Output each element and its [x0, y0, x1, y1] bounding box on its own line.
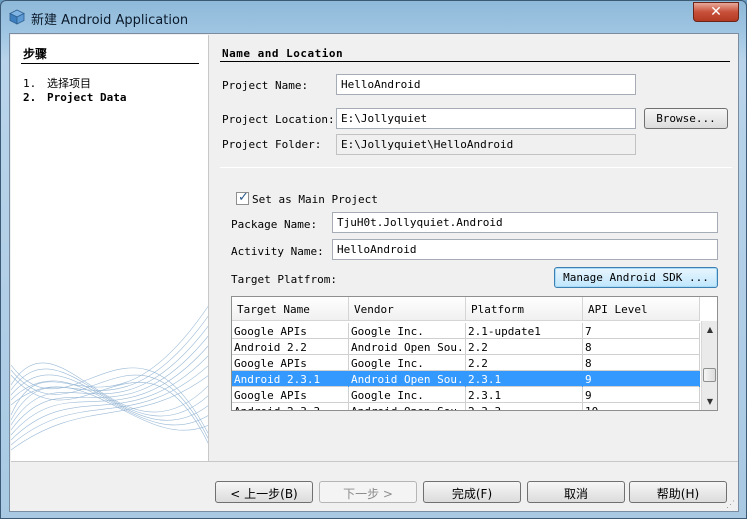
netbeans-cube-icon [9, 9, 25, 25]
cell-target-name: Google APIs [232, 323, 349, 339]
cell-vendor: Android Open Sou... [349, 403, 466, 410]
step-item-select-project: 1. 选择项目 [23, 75, 91, 91]
column-header-target-name[interactable]: Target Name [232, 297, 349, 321]
table-row[interactable]: Google APIs Google Inc. 2.2 8 [232, 355, 700, 371]
browse-button[interactable]: Browse... [644, 108, 728, 129]
cell-platform: 2.1-update1 [466, 323, 583, 339]
cell-vendor: Android Open Sou... [351, 339, 466, 355]
step-number: 1. [23, 77, 37, 90]
table-row[interactable]: Android 2.3.3 Android Open Sou... 2.3.3 … [232, 403, 700, 410]
decorative-waves-graphic [11, 305, 208, 451]
step-item-project-data: 2. Project Data [23, 91, 126, 104]
finish-button[interactable]: 完成(F) [423, 481, 521, 503]
section-divider [220, 61, 730, 62]
step-label: Project Data [47, 91, 127, 104]
section-separator [220, 167, 732, 168]
cell-api-level: 9 [583, 371, 700, 387]
main-project-label[interactable]: Set as Main Project [252, 193, 378, 206]
scrollbar-thumb[interactable] [703, 368, 716, 382]
column-header-vendor[interactable]: Vendor [349, 297, 466, 321]
cell-api-level: 8 [583, 339, 700, 355]
title-bar[interactable]: 新建 Android Application ✕ [1, 1, 746, 33]
main-project-checkbox[interactable]: ✓ [236, 190, 249, 205]
step-label: 选择项目 [47, 77, 91, 90]
dialog-client-area: 步骤 1. 选择项目 2. Project Data Name and Loca… [9, 33, 739, 512]
section-title: Name and Location [222, 47, 344, 60]
project-location-input[interactable]: E:\Jollyquiet [336, 108, 636, 129]
steps-title: 步骤 [23, 47, 48, 61]
dialog-window: 新建 Android Application ✕ 步骤 1. 选择项目 2. Pro… [0, 0, 747, 519]
scroll-down-arrow-icon[interactable]: ▼ [702, 393, 717, 409]
window-title: 新建 Android Application [31, 13, 189, 28]
cell-vendor: Google Inc. [349, 355, 466, 371]
activity-name-input[interactable]: HelloAndroid [332, 239, 718, 260]
cell-platform: 2.2 [466, 339, 583, 355]
project-folder-label: Project Folder: [222, 138, 322, 151]
cell-api-level: 8 [583, 355, 700, 371]
table-row-selected[interactable]: Android 2.3.1 Android Open Sou... 2.3.1 … [232, 371, 700, 387]
project-name-label: Project Name: [222, 79, 309, 92]
next-button[interactable]: 下一步 > [319, 481, 417, 503]
cell-platform: 2.2 [466, 355, 583, 371]
resize-grip-icon[interactable]: ⋰ [726, 500, 738, 512]
project-location-label: Project Location: [222, 113, 335, 126]
table-row[interactable]: Google APIs Google Inc. 2.1-update1 7 [232, 323, 700, 339]
cell-platform: 2.3.3 [466, 403, 583, 410]
close-icon: ✕ [710, 4, 722, 20]
cell-platform: 2.3.1 [466, 387, 583, 403]
column-header-platform[interactable]: Platform [466, 297, 583, 321]
project-folder-field: E:\Jollyquiet\HelloAndroid [336, 134, 636, 155]
table-row[interactable]: Android 2.2 Android Open Sou... 2.2 8 [232, 339, 700, 355]
scroll-up-arrow-icon[interactable]: ▲ [702, 321, 717, 337]
table-row[interactable]: Google APIs Google Inc. 2.3.1 9 [232, 387, 700, 403]
steps-panel: 步骤 1. 选择项目 2. Project Data [11, 35, 209, 461]
footer-divider [11, 461, 738, 462]
package-name-input[interactable]: TjuH0t.Jollyquiet.Android [332, 212, 718, 233]
cell-vendor: Google Inc. [349, 387, 466, 403]
cell-platform: 2.3.1 [466, 371, 583, 387]
project-name-input[interactable]: HelloAndroid [336, 74, 636, 95]
cell-target-name: Android 2.2 [232, 339, 349, 355]
cell-target-name: Android 2.3.1 [232, 371, 349, 387]
checkmark-icon: ✓ [238, 190, 249, 205]
cell-api-level: 9 [583, 387, 700, 403]
cell-target-name: Google APIs [232, 355, 349, 371]
step-number: 2. [23, 91, 37, 104]
column-header-api-level[interactable]: API Level [583, 297, 700, 321]
manage-android-sdk-button[interactable]: Manage Android SDK ... [554, 267, 718, 288]
cancel-button[interactable]: 取消 [527, 481, 625, 503]
close-button[interactable]: ✕ [693, 2, 739, 22]
table-header: Target Name Vendor Platform API Level [232, 297, 700, 321]
cell-target-name: Google APIs [232, 387, 349, 403]
activity-name-label: Activity Name: [231, 245, 324, 258]
steps-divider [21, 63, 199, 64]
cell-vendor: Google Inc. [349, 323, 466, 339]
cell-api-level: 10 [583, 403, 700, 410]
cell-api-level: 7 [583, 323, 700, 339]
package-name-label: Package Name: [231, 218, 318, 231]
target-platform-table: Target Name Vendor Platform API Level Go… [231, 296, 718, 411]
help-button[interactable]: 帮助(H) [629, 481, 727, 503]
cell-target-name: Android 2.3.3 [232, 403, 349, 410]
cell-vendor: Android Open Sou... [351, 371, 466, 387]
target-platform-label: Target Platfrom: [231, 273, 337, 286]
table-vertical-scrollbar[interactable]: ▲ ▼ [701, 321, 717, 410]
back-button[interactable]: < 上一步(B) [215, 481, 313, 503]
